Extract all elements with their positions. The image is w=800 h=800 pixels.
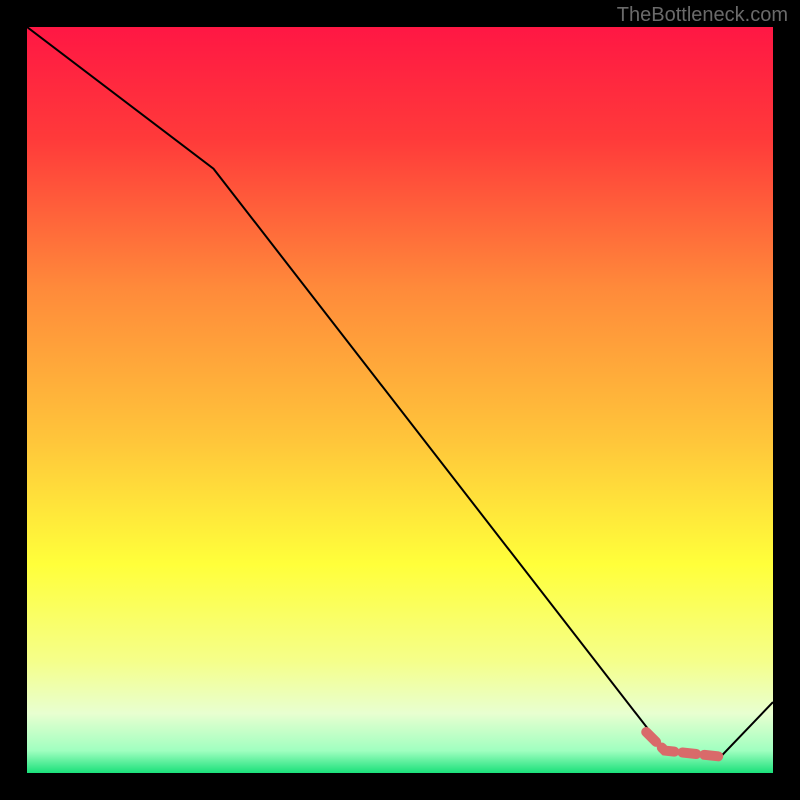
chart-background bbox=[27, 27, 773, 773]
chart-plot-area bbox=[27, 27, 773, 773]
chart-svg bbox=[27, 27, 773, 773]
watermark-text: TheBottleneck.com bbox=[617, 4, 788, 27]
